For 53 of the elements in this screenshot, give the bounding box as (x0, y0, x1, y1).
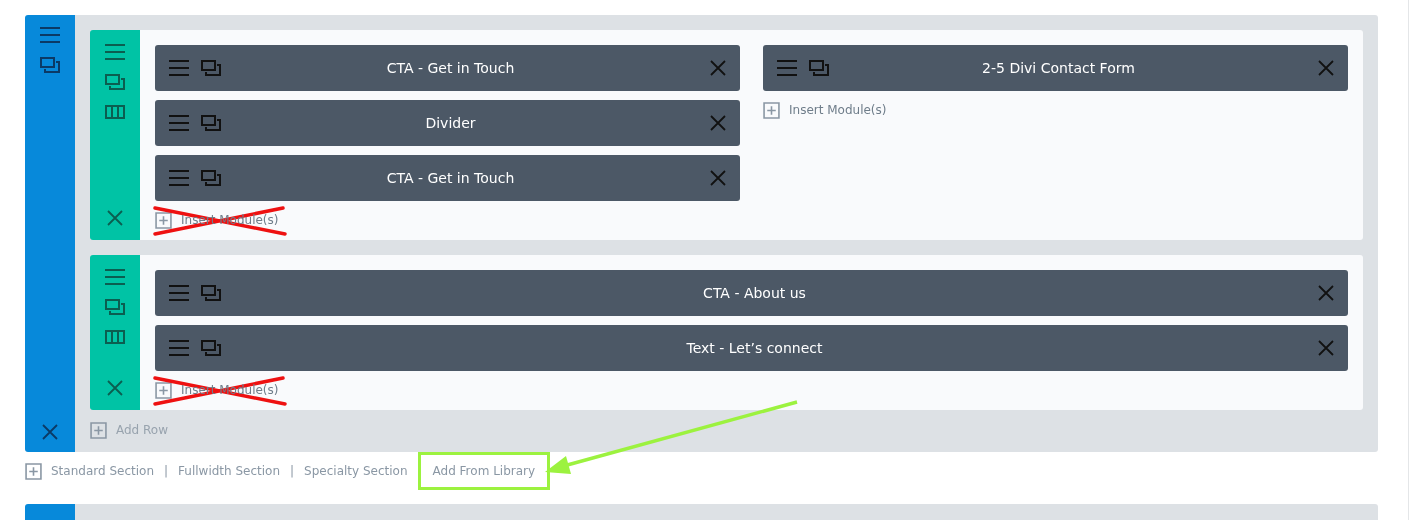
menu-icon[interactable] (777, 60, 797, 76)
close-icon[interactable] (1318, 340, 1334, 356)
module-title: Text - Let’s connect (685, 340, 824, 356)
menu-icon[interactable] (169, 285, 189, 301)
close-icon[interactable] (1318, 285, 1334, 301)
menu-icon[interactable] (169, 170, 189, 186)
section-link[interactable]: Add From Library (417, 452, 551, 490)
duplicate-icon[interactable] (40, 57, 60, 73)
plus-icon[interactable] (155, 381, 172, 399)
module-bar[interactable]: CTA - About us (155, 270, 1348, 316)
section-link[interactable]: Specialty Section (304, 464, 408, 478)
duplicate-icon[interactable] (201, 115, 221, 131)
insert-module-link[interactable]: Insert Module(s) (789, 103, 887, 117)
module-title: 2-5 Divi Contact Form (981, 60, 1136, 76)
menu-icon[interactable] (40, 27, 60, 43)
close-icon[interactable] (1318, 60, 1334, 76)
columns-icon[interactable] (105, 104, 125, 120)
plus-icon[interactable] (763, 101, 780, 119)
close-icon[interactable] (710, 60, 726, 76)
menu-icon[interactable] (105, 269, 125, 285)
menu-icon[interactable] (169, 115, 189, 131)
duplicate-icon[interactable] (105, 299, 125, 315)
duplicate-icon[interactable] (201, 340, 221, 356)
module-title: Divider (424, 115, 477, 131)
columns-icon[interactable] (105, 329, 125, 345)
menu-icon[interactable] (169, 60, 189, 76)
duplicate-icon[interactable] (201, 285, 221, 301)
module-bar[interactable]: 2-5 Divi Contact Form (763, 45, 1348, 91)
module-bar[interactable]: CTA - Get in Touch (155, 155, 740, 201)
plus-icon[interactable] (90, 421, 107, 439)
close-icon[interactable] (710, 115, 726, 131)
separator: | (164, 464, 169, 478)
duplicate-icon[interactable] (201, 60, 221, 76)
plus-icon[interactable] (25, 462, 42, 480)
separator: | (290, 464, 295, 478)
menu-icon[interactable] (169, 340, 189, 356)
module-bar[interactable]: CTA - Get in Touch (155, 45, 740, 91)
module-title: CTA - Get in Touch (385, 170, 516, 186)
duplicate-icon[interactable] (809, 60, 829, 76)
close-icon[interactable] (107, 210, 123, 226)
module-title: CTA - Get in Touch (385, 60, 516, 76)
duplicate-icon[interactable] (105, 74, 125, 90)
module-bar[interactable]: Text - Let’s connect (155, 325, 1348, 371)
module-bar[interactable]: Divider (155, 100, 740, 146)
duplicate-icon[interactable] (201, 170, 221, 186)
section-link[interactable]: Standard Section (51, 464, 154, 478)
plus-icon[interactable] (155, 211, 172, 229)
menu-icon[interactable] (105, 44, 125, 60)
section-link[interactable]: Fullwidth Section (178, 464, 281, 478)
close-icon[interactable] (107, 380, 123, 396)
close-icon[interactable] (42, 424, 58, 440)
module-title: CTA - About us (702, 285, 807, 301)
close-icon[interactable] (710, 170, 726, 186)
